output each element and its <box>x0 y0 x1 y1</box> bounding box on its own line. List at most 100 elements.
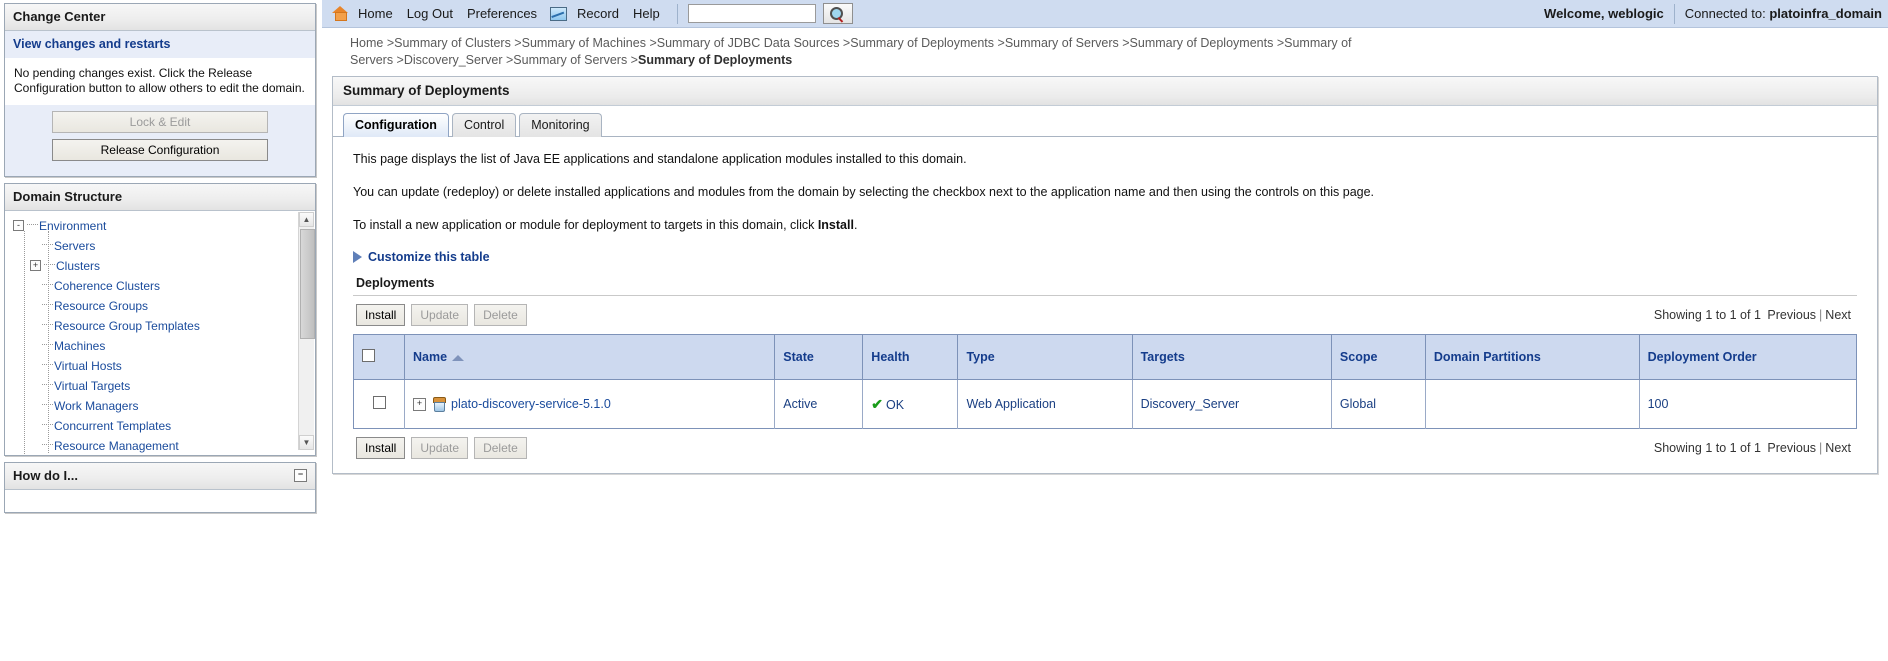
column-label-name: Name <box>413 350 448 364</box>
cell-deployment-order: 100 <box>1647 397 1669 411</box>
column-header-deployment-order[interactable]: Deployment Order <box>1639 334 1857 380</box>
breadcrumb-item-4[interactable]: Summary of Deployments <box>850 36 994 50</box>
collapse-icon[interactable]: − <box>294 469 307 482</box>
tree-item-virtual-targets[interactable]: Virtual Targets <box>5 375 315 395</box>
showing-count-top: Showing 1 to 1 of 1 <box>1653 308 1761 322</box>
breadcrumb-item-0[interactable]: Home <box>350 36 383 50</box>
column-header-scope[interactable]: Scope <box>1331 334 1426 380</box>
breadcrumb-current: Summary of Deployments <box>637 53 793 67</box>
nav-help-link[interactable]: Help <box>633 6 660 21</box>
tree-item-machines[interactable]: Machines <box>5 335 315 355</box>
row-checkbox[interactable] <box>372 396 386 409</box>
tree-item-servers[interactable]: Servers <box>5 235 315 255</box>
tree-link-work-managers[interactable]: Work Managers <box>54 399 138 413</box>
next-link-bottom[interactable]: Next <box>1825 441 1851 455</box>
breadcrumb-separator: > <box>1118 36 1130 50</box>
column-header-state[interactable]: State <box>774 334 864 380</box>
column-header-health[interactable]: Health <box>862 334 959 380</box>
column-header-domain-partitions[interactable]: Domain Partitions <box>1425 334 1640 380</box>
collapse-icon[interactable]: - <box>13 220 24 232</box>
sort-ascending-icon[interactable] <box>452 354 465 361</box>
update-button-bottom[interactable]: Update <box>411 437 469 459</box>
table-header-row: Name State Health Type Targets Scope Dom… <box>353 334 1857 380</box>
tree-item-clusters[interactable]: + Clusters <box>5 255 315 275</box>
cell-targets: Discovery_Server <box>1132 379 1332 429</box>
tree-link-resource-groups[interactable]: Resource Groups <box>54 299 148 313</box>
column-header-targets[interactable]: Targets <box>1132 334 1332 380</box>
column-header-type[interactable]: Type <box>957 334 1133 380</box>
nav-home-link[interactable]: Home <box>358 6 393 21</box>
scroll-down-icon[interactable]: ▼ <box>299 435 314 450</box>
delete-button-top[interactable]: Delete <box>474 304 527 326</box>
column-header-name[interactable]: Name <box>404 334 776 380</box>
tree-link-coherence-clusters[interactable]: Coherence Clusters <box>54 279 160 293</box>
tab-control[interactable]: Control <box>451 113 517 137</box>
connected-domain-name: platoinfra_domain <box>1769 6 1882 21</box>
lock-and-edit-button[interactable]: Lock & Edit <box>52 111 268 133</box>
delete-button-bottom[interactable]: Delete <box>474 437 527 459</box>
tree-link-resource-group-templates[interactable]: Resource Group Templates <box>54 319 200 333</box>
tree-link-concurrent-templates[interactable]: Concurrent Templates <box>54 419 171 433</box>
connected-prefix: Connected to: <box>1684 6 1766 21</box>
welcome-label: Welcome, weblogic <box>1544 6 1664 21</box>
tree-link-servers[interactable]: Servers <box>54 239 95 253</box>
tab-monitoring[interactable]: Monitoring <box>519 113 602 137</box>
expand-icon[interactable]: + <box>30 260 41 272</box>
breadcrumb-item-8[interactable]: Discovery_Server <box>404 53 503 67</box>
breadcrumb-separator: > <box>994 36 1005 50</box>
tree-item-virtual-hosts[interactable]: Virtual Hosts <box>5 355 315 375</box>
breadcrumb-item-2[interactable]: Summary of Machines <box>522 36 646 50</box>
breadcrumb-item-6[interactable]: Summary of Deployments <box>1130 36 1274 50</box>
update-button-top[interactable]: Update <box>411 304 469 326</box>
deployment-name-link[interactable]: plato-discovery-service-5.1.0 <box>451 397 611 411</box>
tab-bar: Configuration Control Monitoring <box>333 106 1877 137</box>
welcome-divider <box>1673 3 1675 24</box>
nav-preferences-link[interactable]: Preferences <box>467 6 537 21</box>
tree-item-coherence-clusters[interactable]: Coherence Clusters <box>5 275 315 295</box>
breadcrumb-item-9[interactable]: Summary of Servers <box>513 53 627 67</box>
cell-type: Web Application <box>957 379 1133 429</box>
install-button-top[interactable]: Install <box>356 304 406 326</box>
tree-item-environment[interactable]: - Environment <box>5 215 315 235</box>
tree-item-resource-management[interactable]: Resource Management <box>5 435 315 455</box>
tree-item-resource-groups[interactable]: Resource Groups <box>5 295 315 315</box>
tab-configuration[interactable]: Configuration <box>343 113 449 137</box>
tree-link-clusters[interactable]: Clusters <box>56 259 100 273</box>
select-all-checkbox[interactable] <box>362 349 375 362</box>
tree-link-environment[interactable]: Environment <box>39 219 106 233</box>
release-configuration-button[interactable]: Release Configuration <box>52 139 268 161</box>
breadcrumb-separator: > <box>645 36 657 50</box>
customize-table-row[interactable]: Customize this table <box>353 250 1857 264</box>
next-link-top[interactable]: Next <box>1825 308 1851 322</box>
health-label: OK <box>886 397 905 412</box>
scrollbar-thumb[interactable] <box>300 229 315 339</box>
nav-logout-link[interactable]: Log Out <box>407 6 453 21</box>
tree-item-work-managers[interactable]: Work Managers <box>5 395 315 415</box>
expand-triangle-icon <box>353 251 362 263</box>
previous-link-top[interactable]: Previous <box>1767 308 1816 322</box>
tree-scrollbar[interactable]: ▲ ▼ <box>298 212 315 450</box>
scroll-up-icon[interactable]: ▲ <box>299 212 314 227</box>
nav-record-link[interactable]: Record <box>577 6 619 21</box>
breadcrumb-item-1[interactable]: Summary of Clusters <box>394 36 511 50</box>
tree-item-resource-group-templates[interactable]: Resource Group Templates <box>5 315 315 335</box>
breadcrumb-separator: > <box>627 53 638 67</box>
install-button-bottom[interactable]: Install <box>356 437 406 459</box>
breadcrumb-item-3[interactable]: Summary of JDBC Data Sources <box>657 36 840 50</box>
breadcrumb: Home >Summary of Clusters >Summary of Ma… <box>322 28 1390 74</box>
tree-link-resource-management[interactable]: Resource Management <box>54 439 179 453</box>
domain-structure-tree: - Environment Servers + Clusters Coherence… <box>5 211 315 455</box>
expand-icon[interactable]: + <box>413 397 426 411</box>
tree-item-concurrent-templates[interactable]: Concurrent Templates <box>5 415 315 435</box>
tree-dash <box>42 284 53 286</box>
top-navigation-bar: Home Log Out Preferences Record Help Wel… <box>322 0 1888 28</box>
tree-link-machines[interactable]: Machines <box>54 339 105 353</box>
search-button[interactable] <box>822 3 853 24</box>
tree-link-virtual-targets[interactable]: Virtual Targets <box>54 379 130 393</box>
tree-link-virtual-hosts[interactable]: Virtual Hosts <box>54 359 122 373</box>
search-input[interactable] <box>687 4 816 23</box>
breadcrumb-item-5[interactable]: Summary of Servers <box>1005 36 1119 50</box>
previous-link-bottom[interactable]: Previous <box>1767 441 1816 455</box>
customize-this-table-link[interactable]: Customize this table <box>368 250 490 264</box>
view-changes-and-restarts-link[interactable]: View changes and restarts <box>13 37 170 51</box>
